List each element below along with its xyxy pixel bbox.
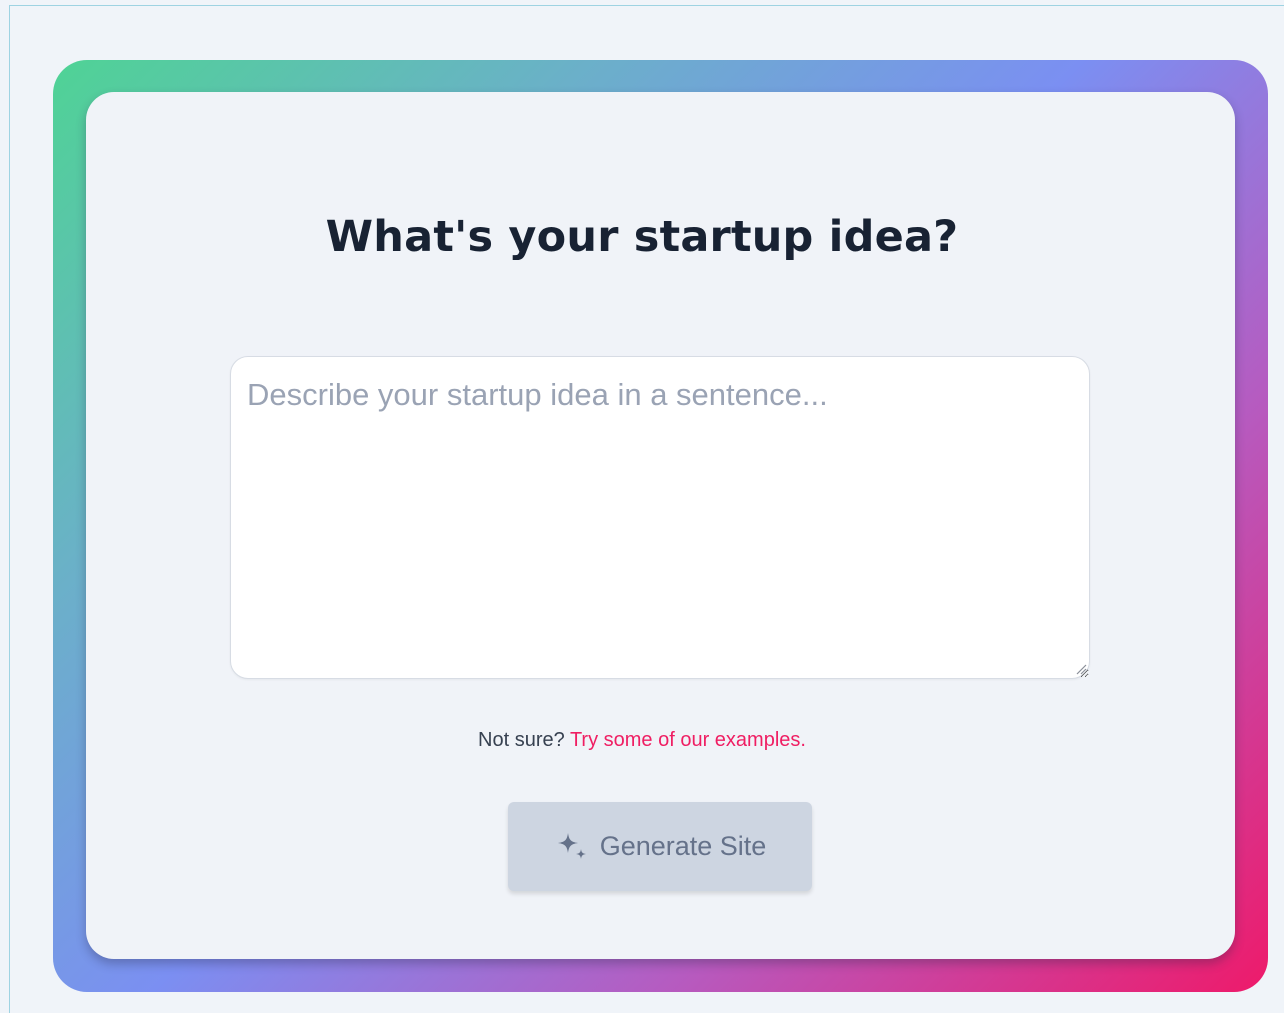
generate-site-button[interactable]: Generate Site [508, 802, 812, 891]
hint-suffix: . [800, 729, 806, 751]
page-title: What's your startup idea? [325, 212, 959, 262]
startup-idea-input[interactable] [230, 356, 1090, 679]
sparkles-icon [554, 829, 590, 865]
examples-link[interactable]: Try some of our examples [570, 729, 800, 751]
hint-prefix: Not sure? [478, 729, 570, 751]
examples-hint: Not sure? Try some of our examples. [0, 729, 1284, 752]
generate-site-label: Generate Site [599, 831, 767, 861]
